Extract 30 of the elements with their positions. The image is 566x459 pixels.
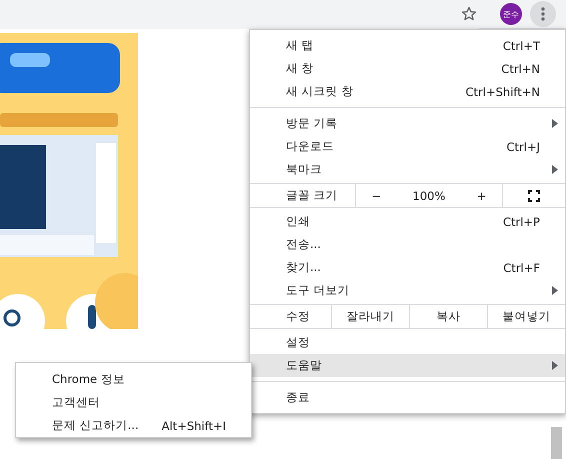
menu-item[interactable]: 방문 기록	[250, 112, 565, 135]
menu-label: 수정	[250, 305, 332, 328]
zoom-in-button[interactable]: +	[470, 188, 492, 202]
menu-item[interactable]: 고객센터	[16, 391, 251, 414]
menu-item[interactable]: 새 시크릿 창 Ctrl+Shift+N	[250, 80, 565, 103]
edit-action-button[interactable]: 붙여넣기	[488, 305, 565, 328]
menu-item[interactable]: 문제 신고하기... Alt+Shift+I	[16, 414, 251, 437]
menu-icon	[541, 7, 545, 21]
menu-item[interactable]: 다운로드 Ctrl+J	[250, 135, 565, 158]
zoom-level: 100%	[412, 188, 446, 202]
menu-item[interactable]: 종료	[250, 386, 565, 409]
menu-item[interactable]: 전송...	[250, 233, 565, 256]
menu-item[interactable]: 인쇄 Ctrl+P	[250, 210, 565, 233]
menu-item[interactable]: 설정	[250, 331, 565, 354]
edit-action-button[interactable]: 복사	[410, 305, 488, 328]
menu-label: 글꼴 크기	[250, 184, 356, 207]
star-icon[interactable]	[461, 6, 477, 22]
scrollbar-thumb[interactable]	[551, 427, 562, 459]
menu-item[interactable]: 도구 더보기	[250, 279, 565, 302]
menu-item[interactable]: Chrome 정보	[16, 368, 251, 391]
menu-item[interactable]: 새 탭 Ctrl+T	[250, 34, 565, 57]
profile-avatar[interactable]: 준수	[500, 3, 522, 25]
menu-button[interactable]	[530, 1, 556, 27]
menu-item[interactable]: 새 창 Ctrl+N	[250, 57, 565, 80]
menu-item[interactable]: 찾기... Ctrl+F	[250, 256, 565, 279]
menu-item[interactable]: 도움말	[250, 354, 565, 377]
zoom-out-button[interactable]: −	[366, 188, 388, 202]
menu-item[interactable]: 북마크	[250, 158, 565, 181]
edit-action-button[interactable]: 잘라내기	[332, 305, 410, 328]
fullscreen-icon[interactable]	[528, 190, 540, 202]
